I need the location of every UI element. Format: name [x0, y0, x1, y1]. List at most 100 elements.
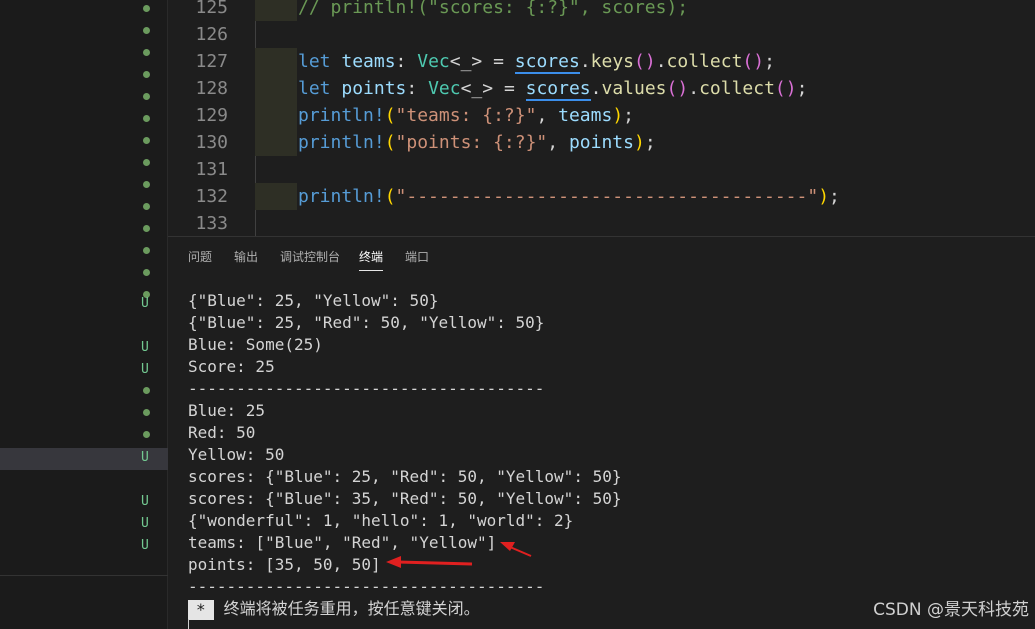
punctuation: ;	[829, 186, 840, 207]
keyword: let	[298, 78, 331, 99]
modified-dot-icon	[143, 203, 150, 210]
code-editor[interactable]: 125 // println!("scores: {:?}", scores);…	[168, 0, 1035, 236]
terminal-line: Red: 50	[188, 423, 256, 442]
modified-dot-icon	[143, 159, 150, 166]
explorer-row[interactable]	[0, 107, 168, 129]
line-number: 126	[195, 24, 228, 45]
code-line[interactable]: println!("------------------------------…	[298, 183, 840, 210]
explorer-row[interactable]	[0, 41, 168, 63]
explorer-row[interactable]	[0, 261, 168, 283]
modified-dot-icon	[143, 49, 150, 56]
untracked-badge: U	[141, 340, 149, 355]
line-number: 130	[195, 132, 228, 153]
untracked-badge: U	[141, 296, 149, 311]
explorer-row[interactable]	[0, 19, 168, 41]
modified-dot-icon	[143, 27, 150, 34]
operator: =	[482, 51, 515, 72]
code-line[interactable]: println!("points: {:?}", points);	[298, 129, 656, 156]
modified-dot-icon	[143, 409, 150, 416]
explorer-row[interactable]: U	[0, 514, 168, 536]
terminal-line: teams: ["Blue", "Red", "Yellow"]	[188, 533, 497, 552]
paren: )	[633, 132, 645, 153]
line-highlight	[255, 102, 297, 129]
explorer-row[interactable]	[0, 404, 168, 426]
task-marker: *	[188, 599, 214, 620]
line-number: 132	[195, 186, 228, 207]
explorer-row[interactable]: U	[0, 536, 168, 558]
punctuation: ;	[796, 78, 808, 99]
method: collect	[699, 78, 775, 99]
terminal-line: scores: {"Blue": 25, "Red": 50, "Yellow"…	[188, 467, 622, 486]
explorer-row[interactable]: U	[0, 338, 168, 360]
code-line[interactable]: println!("teams: {:?}", teams);	[298, 102, 634, 129]
terminal-line: {"Blue": 25, "Red": 50, "Yellow": 50}	[188, 313, 545, 332]
task-reuse-message: 终端将被任务重用，按任意键关闭。	[223, 599, 480, 618]
modified-dot-icon	[143, 115, 150, 122]
operator: =	[493, 78, 526, 99]
code-line[interactable]: // println!("scores: {:?}", scores);	[298, 0, 688, 21]
punctuation: :	[395, 51, 418, 72]
terminal-output[interactable]: {"Blue": 25, "Yellow": 50} {"Blue": 25, …	[188, 290, 1028, 620]
tab-problems[interactable]: 问题	[188, 248, 212, 265]
paren: )	[612, 105, 624, 126]
modified-dot-icon	[143, 93, 150, 100]
modified-dot-icon	[143, 387, 150, 394]
punctuation: .	[590, 78, 602, 99]
comment: // println!("scores: {:?}", scores);	[298, 0, 689, 18]
terminal-line: -------------------------------------	[188, 379, 545, 398]
modified-dot-icon	[143, 137, 150, 144]
untracked-badge: U	[141, 362, 149, 377]
tab-ports[interactable]: 端口	[405, 248, 429, 265]
explorer-row-active[interactable]: U	[0, 448, 168, 470]
code-line[interactable]: let teams: Vec<_> = scores.keys().collec…	[298, 48, 775, 75]
code-line[interactable]: let points: Vec<_> = scores.values().col…	[298, 75, 807, 102]
line-highlight	[255, 183, 297, 210]
explorer-row[interactable]: U	[0, 492, 168, 514]
variable: scores	[514, 51, 580, 74]
punctuation: .	[655, 51, 667, 72]
terminal-line: points: [35, 50, 50]	[188, 555, 381, 574]
explorer-row[interactable]	[0, 129, 168, 151]
macro: println!	[298, 105, 385, 126]
terminal-line: {"wonderful": 1, "hello": 1, "world": 2}	[188, 511, 574, 530]
paren: )	[818, 186, 830, 207]
line-highlight	[255, 48, 297, 75]
parens: ()	[666, 78, 689, 99]
punctuation: .	[688, 78, 700, 99]
sidebar-divider	[0, 575, 168, 576]
punctuation: :	[406, 78, 429, 99]
tab-debug-console[interactable]: 调试控制台	[280, 248, 340, 265]
macro: println!	[298, 132, 385, 153]
generic: <_>	[449, 51, 483, 72]
variable: teams	[558, 105, 613, 126]
explorer-row[interactable]	[0, 239, 168, 261]
type: Vec	[417, 51, 450, 72]
punctuation: ;	[764, 51, 775, 72]
parens: ()	[742, 51, 765, 72]
macro: println!	[298, 186, 385, 207]
explorer-row[interactable]	[0, 0, 168, 19]
explorer-row[interactable]: U	[0, 294, 168, 316]
explorer-row[interactable]	[0, 382, 168, 404]
explorer-row[interactable]	[0, 217, 168, 239]
line-number: 128	[195, 78, 228, 99]
parens: ()	[774, 78, 797, 99]
modified-dot-icon	[143, 269, 150, 276]
string: "points: {:?}"	[395, 132, 548, 153]
explorer-row[interactable]	[0, 85, 168, 107]
modified-dot-icon	[143, 71, 150, 78]
explorer-row[interactable]	[0, 63, 168, 85]
tab-terminal[interactable]: 终端	[359, 248, 384, 271]
explorer-row[interactable]	[0, 195, 168, 217]
parens: ()	[634, 51, 656, 72]
untracked-badge: U	[141, 494, 149, 509]
modified-dot-icon	[143, 431, 150, 438]
untracked-badge: U	[141, 538, 149, 553]
explorer-row[interactable]: U	[0, 360, 168, 382]
explorer-row[interactable]	[0, 426, 168, 448]
explorer-row[interactable]	[0, 151, 168, 173]
explorer-row[interactable]	[0, 173, 168, 195]
method: collect	[666, 51, 743, 72]
tab-output[interactable]: 输出	[234, 248, 258, 265]
terminal-line: Score: 25	[188, 357, 275, 376]
